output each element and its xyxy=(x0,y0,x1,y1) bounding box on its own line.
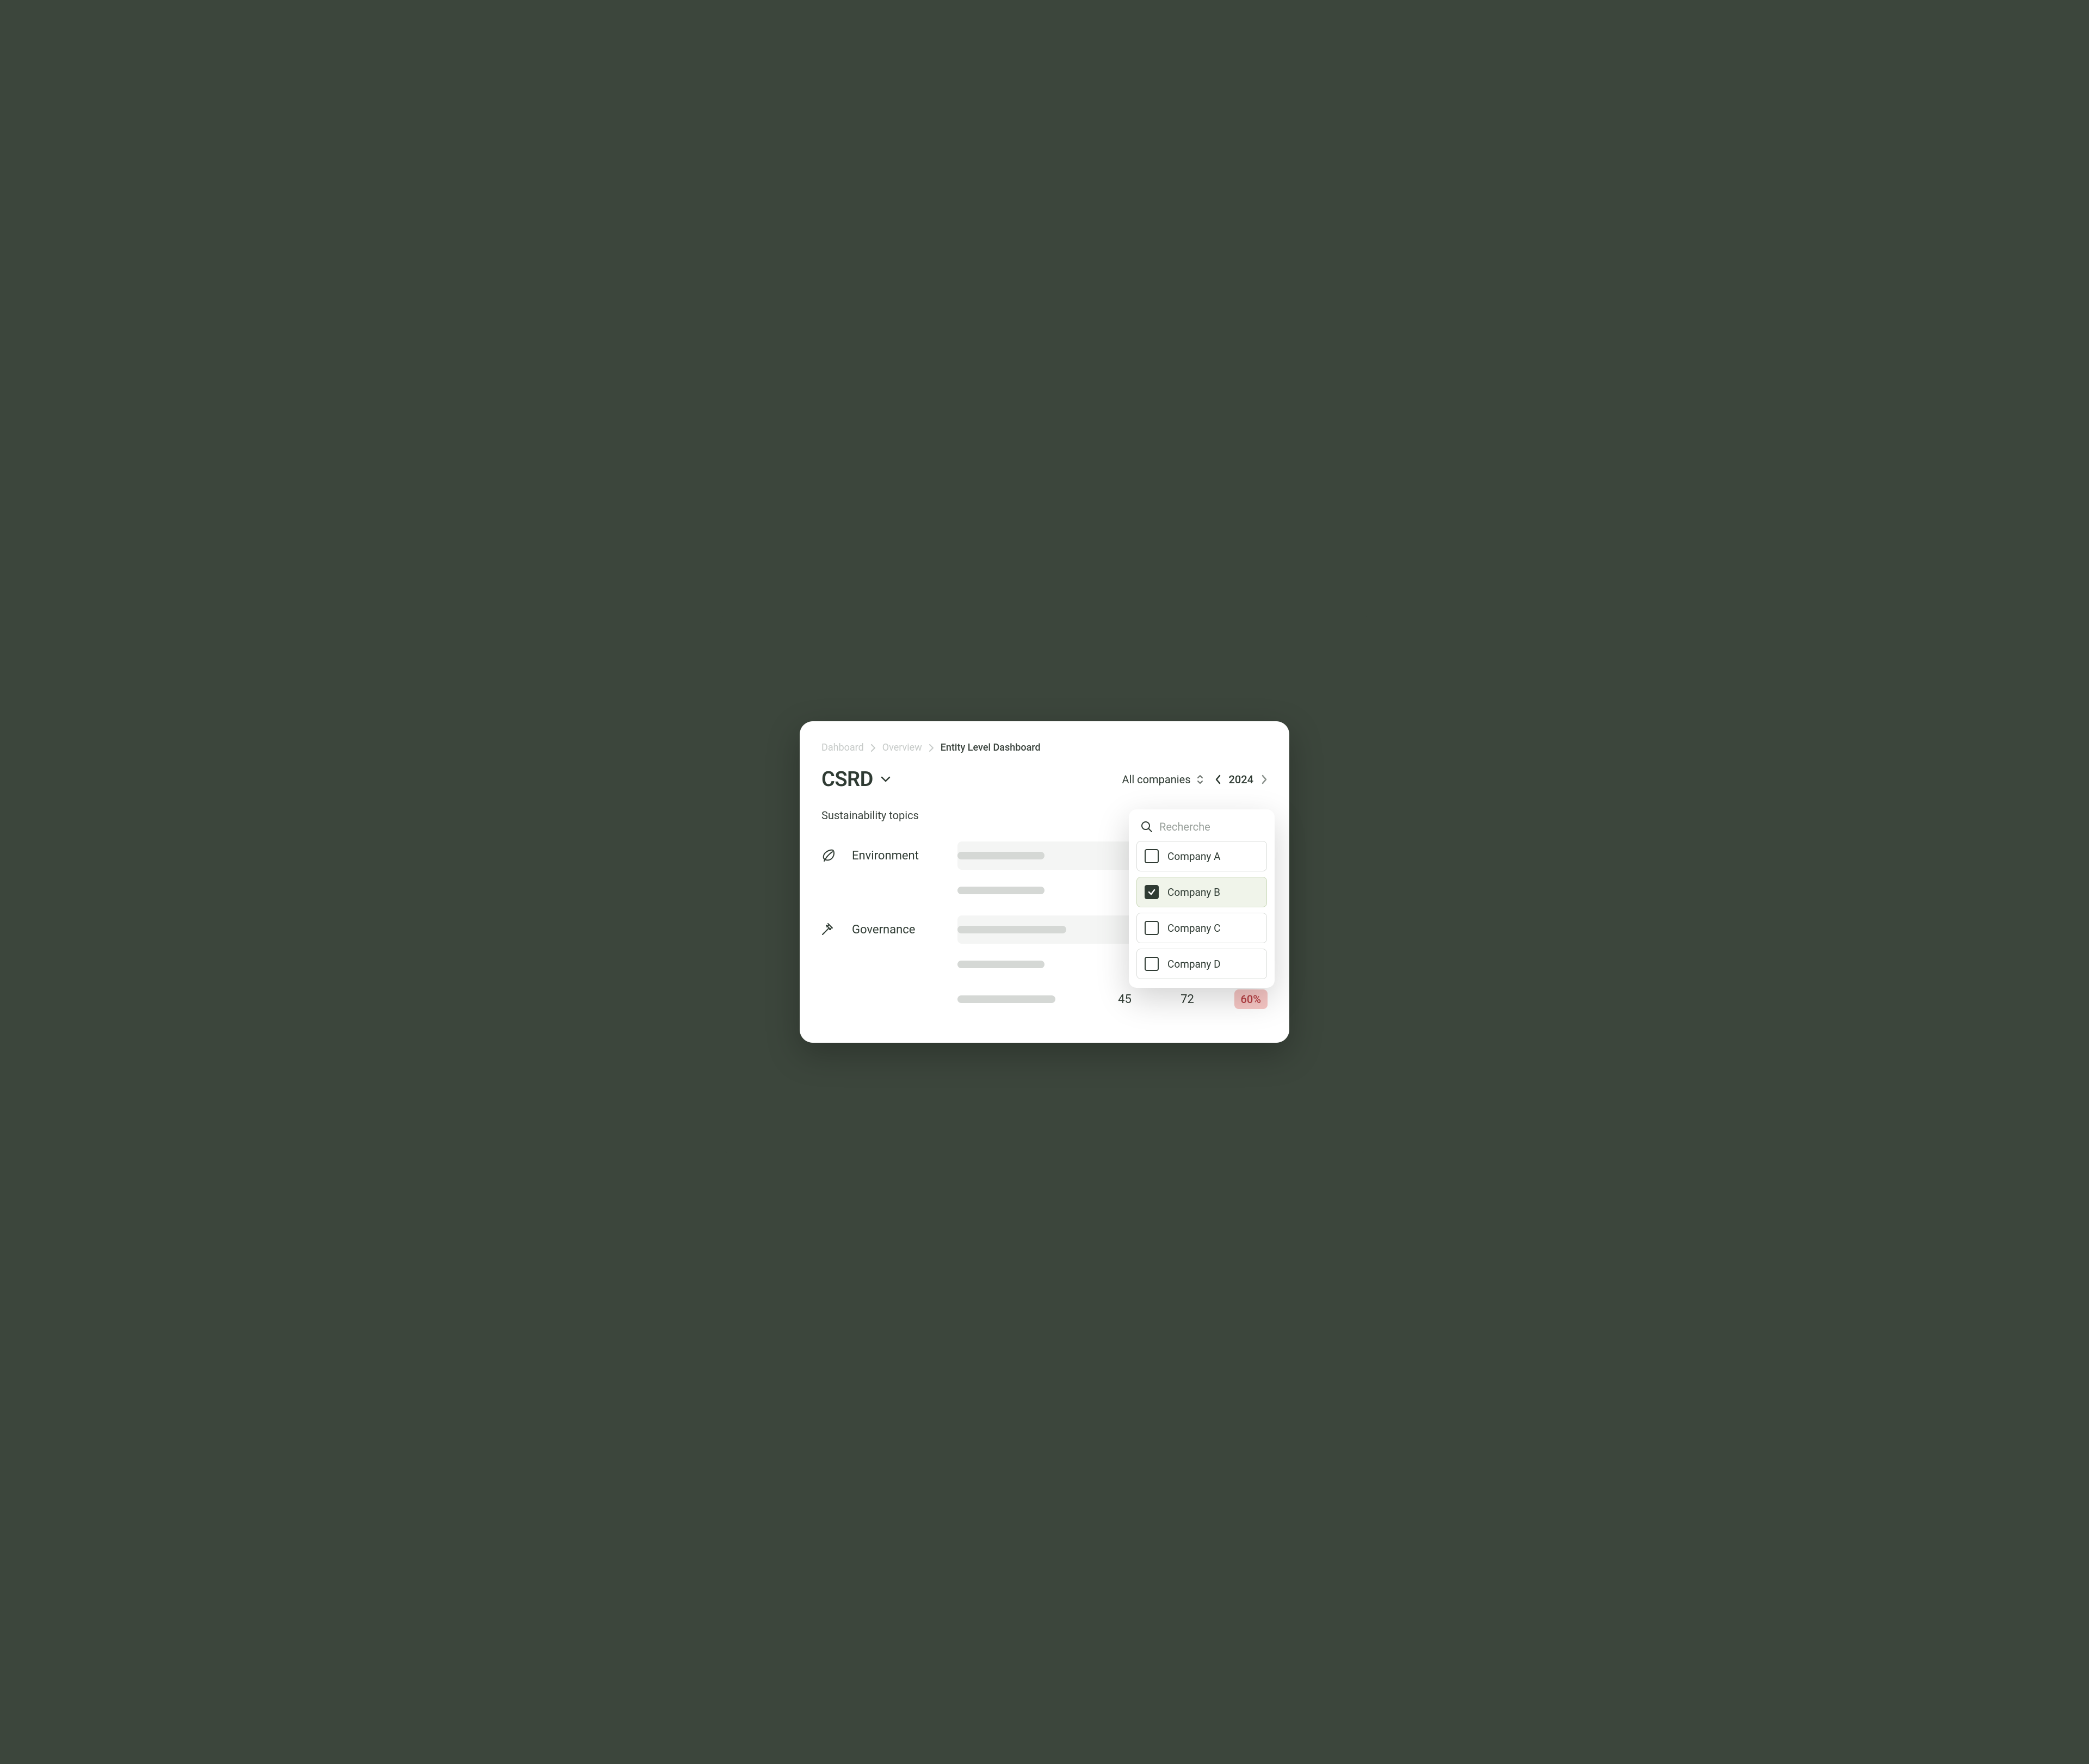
progress-bar xyxy=(957,887,1044,894)
page-title: CSRD xyxy=(821,768,873,791)
prev-year-button[interactable] xyxy=(1215,775,1221,784)
search-input[interactable]: Recherche xyxy=(1159,820,1210,833)
company-selector-label: All companies xyxy=(1122,773,1190,786)
sort-icon xyxy=(1196,774,1204,785)
company-option[interactable]: Company B xyxy=(1136,877,1267,907)
metric-value: 72 xyxy=(1181,993,1194,1006)
option-label: Company A xyxy=(1167,850,1220,863)
dashboard-card: Dahboard Overview Entity Level Dashboard… xyxy=(800,721,1289,1043)
year-label: 2024 xyxy=(1229,773,1253,786)
progress-bar xyxy=(957,961,1044,968)
checkbox-icon xyxy=(1145,957,1159,971)
option-label: Company B xyxy=(1167,886,1220,899)
year-navigator: 2024 xyxy=(1215,773,1268,786)
gavel-icon xyxy=(821,921,838,938)
option-label: Company C xyxy=(1167,922,1220,934)
metric-value: 45 xyxy=(1118,993,1132,1006)
progress-bar xyxy=(957,852,1044,859)
chevron-down-icon xyxy=(881,776,891,783)
leaf-icon xyxy=(821,847,838,864)
chevron-right-icon xyxy=(929,744,934,752)
next-year-button[interactable] xyxy=(1261,775,1268,784)
topic-label: Environment xyxy=(852,849,919,863)
topic-label: Governance xyxy=(852,923,915,937)
company-dropdown: Recherche Company A Company B Company C … xyxy=(1129,809,1275,988)
breadcrumb-item[interactable]: Overview xyxy=(882,742,922,753)
company-selector[interactable]: All companies xyxy=(1122,773,1203,786)
breadcrumb: Dahboard Overview Entity Level Dashboard xyxy=(821,742,1268,753)
checkbox-icon xyxy=(1145,849,1159,863)
checkbox-icon xyxy=(1145,921,1159,935)
option-label: Company D xyxy=(1167,958,1221,970)
variation-badge: 60% xyxy=(1234,989,1268,1009)
checkbox-checked-icon xyxy=(1145,885,1159,899)
column-header-topics: Sustainability topics xyxy=(821,809,919,822)
progress-bar xyxy=(957,926,1066,933)
breadcrumb-item[interactable]: Dahboard xyxy=(821,742,864,753)
company-option[interactable]: Company C xyxy=(1136,913,1267,943)
company-option[interactable]: Company A xyxy=(1136,841,1267,871)
framework-selector[interactable]: CSRD xyxy=(821,768,891,791)
chevron-right-icon xyxy=(870,744,876,752)
search-icon xyxy=(1141,821,1153,833)
breadcrumb-item-current: Entity Level Dashboard xyxy=(941,742,1041,753)
progress-bar xyxy=(957,995,1055,1003)
company-option[interactable]: Company D xyxy=(1136,949,1267,979)
